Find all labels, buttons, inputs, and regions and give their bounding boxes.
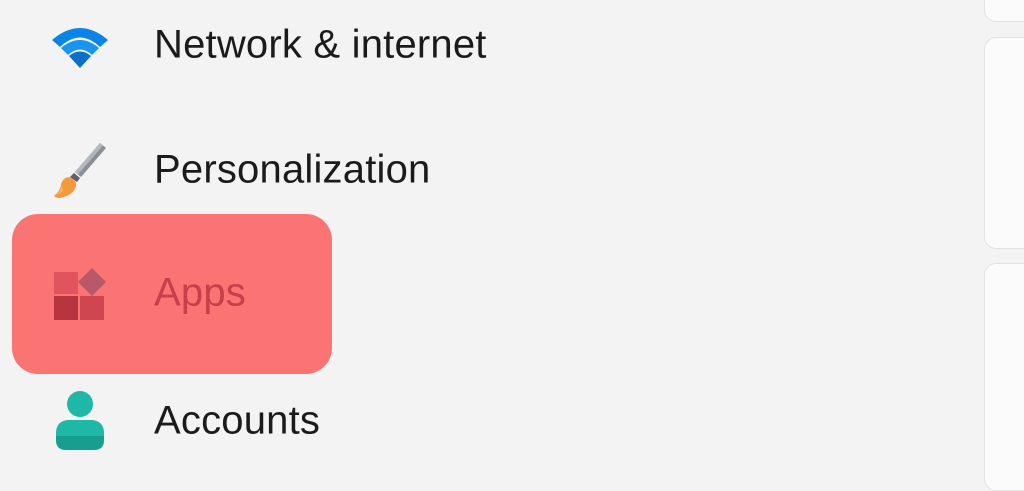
nav-item-apps[interactable]: Apps	[12, 214, 332, 374]
nav-item-label: Network & internet	[154, 22, 487, 67]
nav-item-label: Accounts	[154, 398, 321, 443]
nav-item-label: Apps	[154, 270, 246, 315]
apps-icon	[48, 262, 112, 326]
nav-item-personalization[interactable]: Personalization	[12, 111, 430, 231]
settings-nav-sidebar: Network & internet Personalization Apps	[0, 0, 980, 478]
wifi-icon	[48, 14, 112, 78]
person-icon	[48, 390, 112, 454]
content-card	[984, 37, 1024, 249]
nav-item-network-internet[interactable]: Network & internet	[12, 0, 486, 106]
nav-item-accounts[interactable]: Accounts	[12, 362, 332, 482]
nav-item-label: Personalization	[154, 147, 431, 192]
content-card	[984, 263, 1024, 491]
paintbrush-icon	[48, 139, 112, 203]
content-card	[984, 0, 1024, 22]
